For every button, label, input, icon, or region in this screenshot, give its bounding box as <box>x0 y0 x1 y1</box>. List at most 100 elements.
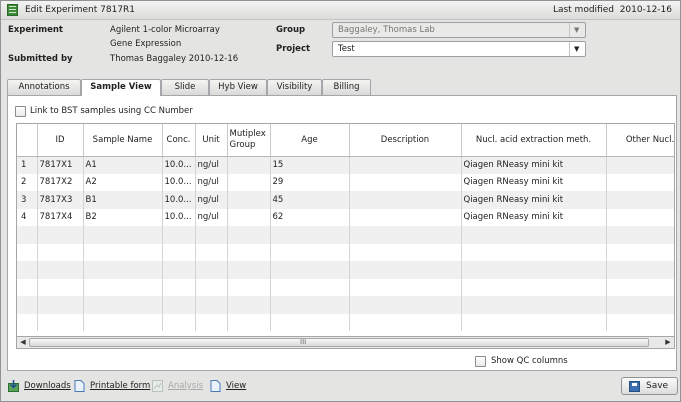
edit-experiment-window: Edit Experiment 7817R1 Last modified 201… <box>0 0 681 402</box>
cell-id[interactable]: 7817X3 <box>37 191 84 209</box>
empty-row <box>17 278 674 296</box>
cell-unit[interactable]: ng/ul <box>195 156 228 174</box>
column-header-description[interactable]: Description <box>349 124 462 157</box>
cell-other-nucl-acid[interactable] <box>606 156 674 174</box>
empty-row <box>17 243 674 261</box>
cell-other-nucl-acid[interactable] <box>606 208 674 226</box>
cell-description[interactable] <box>349 208 462 226</box>
cell-sample-name[interactable]: B1 <box>83 191 163 209</box>
cell-description[interactable] <box>349 191 462 209</box>
column-header-rownum[interactable] <box>17 124 38 157</box>
table-row[interactable]: 1 7817X1 A1 10.0... ng/ul 15 Qiagen RNea… <box>17 156 674 174</box>
cell-sample-name[interactable]: A1 <box>83 156 163 174</box>
document-icon <box>210 380 221 392</box>
last-modified: Last modified 2010-12-16 <box>552 5 672 15</box>
cell-age[interactable]: 29 <box>270 173 350 191</box>
cell-sample-name[interactable]: B2 <box>83 208 163 226</box>
experiment-label: Experiment <box>8 25 63 35</box>
cell-multiplex-group[interactable] <box>227 208 271 226</box>
table-row[interactable]: 3 7817X3 B1 10.0... ng/ul 45 Qiagen RNea… <box>17 191 674 209</box>
submitted-by-value: Thomas Baggaley 2010-12-16 <box>110 54 239 64</box>
empty-row <box>17 296 674 314</box>
save-button[interactable]: Save <box>621 377 678 395</box>
cell-other-nucl-acid[interactable] <box>606 173 674 191</box>
window-title: Edit Experiment 7817R1 <box>25 5 136 15</box>
tab-annotations[interactable]: Annotations <box>7 79 81 95</box>
group-combobox: Baggaley, Thomas Lab ▼ <box>332 22 586 38</box>
cell-id[interactable]: 7817X2 <box>37 173 84 191</box>
scroll-right-arrow-icon[interactable]: ▶ <box>662 337 674 348</box>
cell-description[interactable] <box>349 156 462 174</box>
tab-sample-view[interactable]: Sample View <box>81 79 161 96</box>
title-bar[interactable]: Edit Experiment 7817R1 Last modified 201… <box>1 1 680 20</box>
grid-header-row: ID Sample Name Conc. Unit Mutiplex Group… <box>17 124 674 157</box>
cell-conc[interactable]: 10.0... <box>162 191 196 209</box>
tab-hyb-view[interactable]: Hyb View <box>209 79 267 95</box>
scroll-left-arrow-icon[interactable]: ◀ <box>17 337 29 348</box>
downloads-link[interactable]: Downloads <box>24 381 71 391</box>
column-header-other-nucl-acid[interactable]: Other Nucl. aci <box>606 124 674 157</box>
cell-nucl-acid-extraction[interactable]: Qiagen RNeasy mini kit <box>461 173 607 191</box>
link-bst-label: Link to BST samples using CC Number <box>30 106 193 116</box>
column-header-multiplex-group[interactable]: Mutiplex Group <box>227 124 271 157</box>
horizontal-scrollbar[interactable]: ◀ III ▶ <box>16 337 675 349</box>
empty-row <box>17 313 674 331</box>
row-number: 1 <box>17 156 38 174</box>
table-row[interactable]: 2 7817X2 A2 10.0... ng/ul 29 Qiagen RNea… <box>17 173 674 191</box>
save-icon <box>629 381 640 392</box>
cell-multiplex-group[interactable] <box>227 191 271 209</box>
chevron-down-icon[interactable]: ▼ <box>569 42 585 56</box>
printable-form-link[interactable]: Printable form <box>90 381 150 391</box>
document-icon <box>74 380 85 392</box>
cell-id[interactable]: 7817X1 <box>37 156 84 174</box>
group-value: Baggaley, Thomas Lab <box>338 25 435 35</box>
table-row[interactable]: 4 7817X4 B2 10.0... ng/ul 62 Qiagen RNea… <box>17 208 674 226</box>
project-combobox[interactable]: Test ▼ <box>332 41 586 57</box>
project-label: Project <box>276 44 311 54</box>
column-header-age[interactable]: Age <box>270 124 350 157</box>
cell-conc[interactable]: 10.0... <box>162 156 196 174</box>
cell-unit[interactable]: ng/ul <box>195 191 228 209</box>
show-qc-label: Show QC columns <box>491 356 568 366</box>
experiment-type-line1: Agilent 1-color Microarray <box>110 25 220 35</box>
row-number: 3 <box>17 191 38 209</box>
cell-other-nucl-acid[interactable] <box>606 191 674 209</box>
row-number: 2 <box>17 173 38 191</box>
cell-nucl-acid-extraction[interactable]: Qiagen RNeasy mini kit <box>461 156 607 174</box>
cell-multiplex-group[interactable] <box>227 173 271 191</box>
group-label: Group <box>276 25 306 35</box>
samples-grid: ID Sample Name Conc. Unit Mutiplex Group… <box>16 123 675 337</box>
cell-age[interactable]: 15 <box>270 156 350 174</box>
cell-conc[interactable]: 10.0... <box>162 173 196 191</box>
sample-view-panel: Link to BST samples using CC Number ID S… <box>7 95 677 371</box>
submitted-by-label: Submitted by <box>8 54 73 64</box>
cell-conc[interactable]: 10.0... <box>162 208 196 226</box>
cell-age[interactable]: 45 <box>270 191 350 209</box>
column-header-nucl-acid-extraction[interactable]: Nucl. acid extraction meth. <box>461 124 607 157</box>
cell-description[interactable] <box>349 173 462 191</box>
scroll-grip: III <box>300 338 307 346</box>
cell-unit[interactable]: ng/ul <box>195 173 228 191</box>
cell-multiplex-group[interactable] <box>227 156 271 174</box>
tab-visibility[interactable]: Visibility <box>267 79 322 95</box>
cell-id[interactable]: 7817X4 <box>37 208 84 226</box>
column-header-conc[interactable]: Conc. <box>162 124 196 157</box>
cell-unit[interactable]: ng/ul <box>195 208 228 226</box>
tab-billing[interactable]: Billing <box>322 79 371 95</box>
scrollbar-thumb[interactable]: III <box>29 338 649 347</box>
column-header-id[interactable]: ID <box>37 124 84 157</box>
experiment-type-line2: Gene Expression <box>110 39 182 49</box>
empty-row <box>17 261 674 279</box>
view-link[interactable]: View <box>226 381 246 391</box>
cell-sample-name[interactable]: A2 <box>83 173 163 191</box>
cell-age[interactable]: 62 <box>270 208 350 226</box>
tab-slide[interactable]: Slide <box>161 79 209 95</box>
link-bst-checkbox[interactable] <box>15 106 26 117</box>
empty-row <box>17 226 674 244</box>
show-qc-checkbox[interactable] <box>475 356 486 367</box>
column-header-unit[interactable]: Unit <box>195 124 228 157</box>
cell-nucl-acid-extraction[interactable]: Qiagen RNeasy mini kit <box>461 191 607 209</box>
cell-nucl-acid-extraction[interactable]: Qiagen RNeasy mini kit <box>461 208 607 226</box>
column-header-sample-name[interactable]: Sample Name <box>83 124 163 157</box>
analysis-icon <box>152 380 163 392</box>
